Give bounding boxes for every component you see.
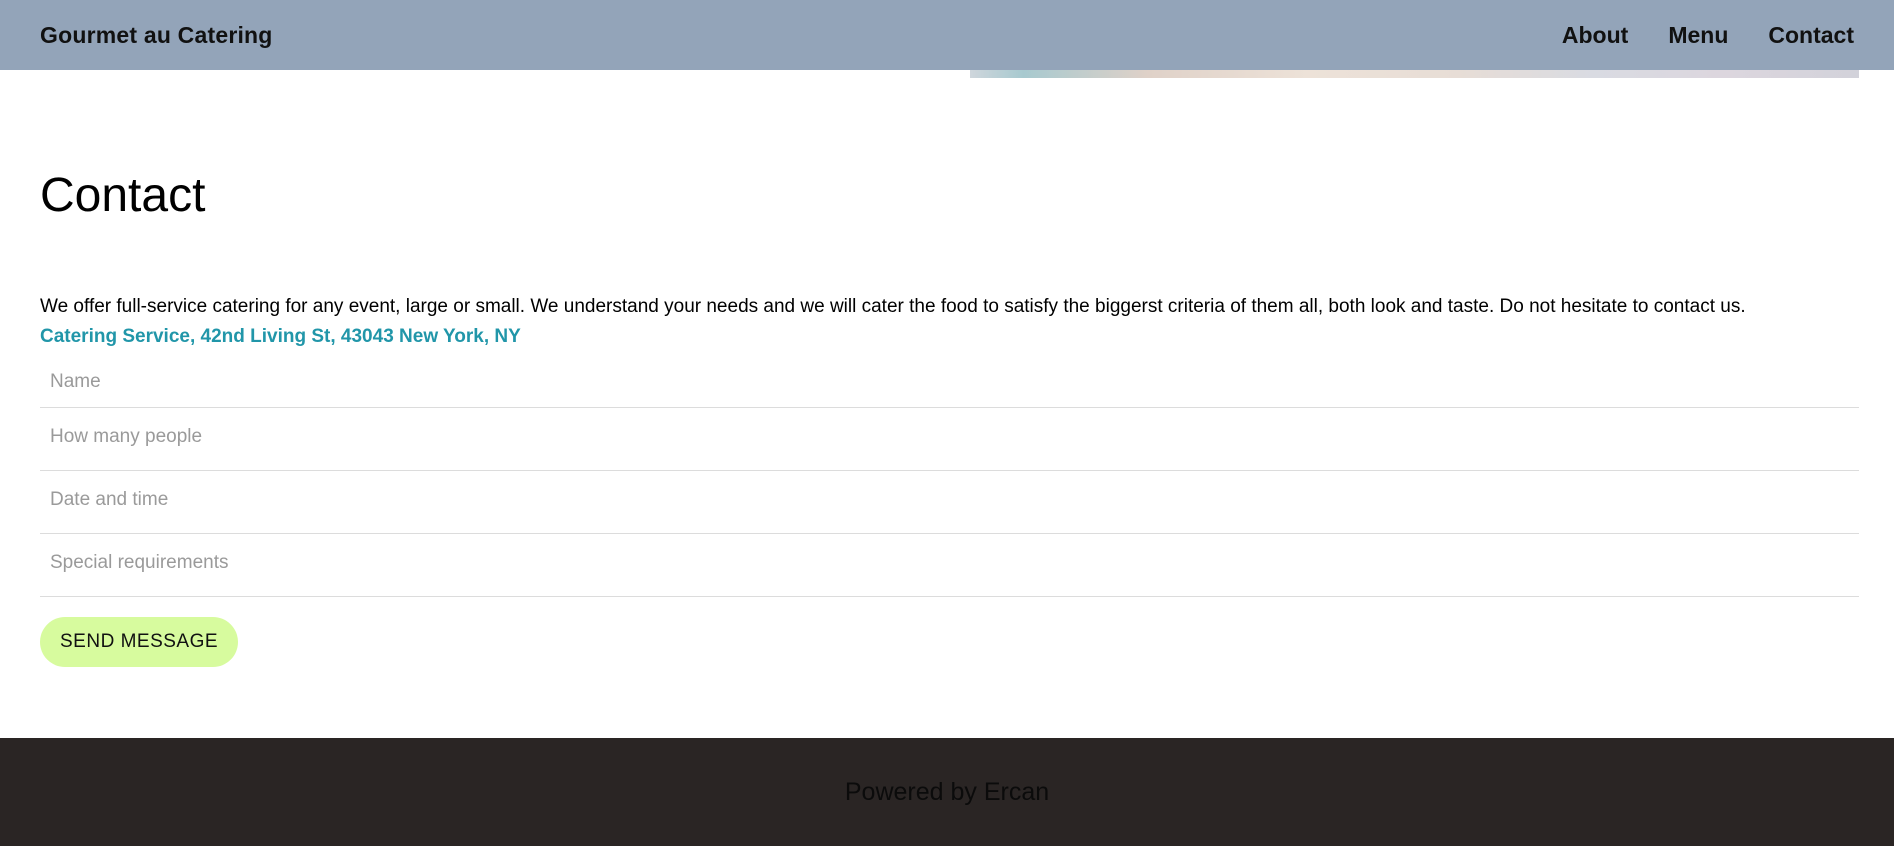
contact-heading: Contact <box>40 169 206 222</box>
page-footer: Powered by Ercan <box>0 738 1894 846</box>
nav-link-menu[interactable]: Menu <box>1668 22 1728 49</box>
main-nav: About Menu Contact <box>1562 22 1854 49</box>
nav-link-about[interactable]: About <box>1562 22 1628 49</box>
site-brand[interactable]: Gourmet au Catering <box>40 22 273 49</box>
name-input[interactable] <box>40 360 1859 408</box>
top-navigation-bar: Gourmet au Catering About Menu Contact <box>0 0 1894 70</box>
people-count-input[interactable] <box>40 408 1859 471</box>
send-message-button[interactable]: SEND MESSAGE <box>40 617 239 667</box>
date-time-input[interactable] <box>40 471 1859 534</box>
contact-section: Contact We offer full-service catering f… <box>40 160 1859 667</box>
nav-link-contact[interactable]: Contact <box>1768 22 1854 49</box>
hero-image-edge <box>970 70 1859 78</box>
special-requirements-input[interactable] <box>40 534 1859 597</box>
contact-form: SEND MESSAGE <box>40 360 1859 667</box>
contact-intro-text: We offer full-service catering for any e… <box>40 296 1746 317</box>
address-text: Catering Service, 42nd Living St, 43043 … <box>40 326 521 347</box>
footer-credit: Powered by Ercan <box>844 777 1050 806</box>
